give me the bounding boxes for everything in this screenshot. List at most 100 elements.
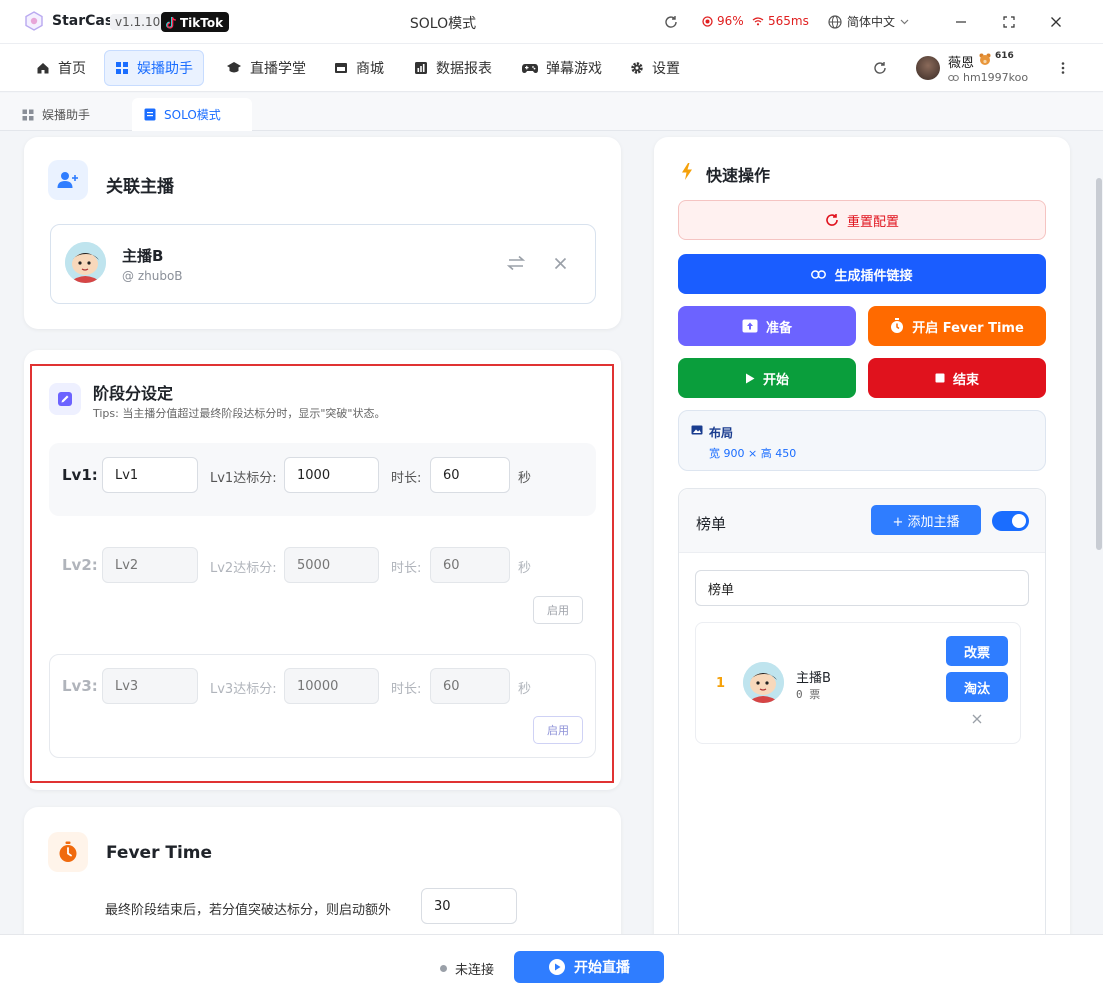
target-score-label: Lv3达标分: [210,682,277,697]
end-button[interactable]: 结束 [868,358,1046,398]
stop-icon [935,373,945,383]
target-score-input[interactable] [284,547,379,583]
ranking-name-input[interactable] [695,570,1029,606]
cpu-status: 96% [702,14,744,28]
link-icon [948,74,959,82]
link-icon [811,269,827,279]
play-icon [745,373,755,384]
nav-item-entertainment-assistant[interactable]: 娱播助手 [104,50,204,86]
stage-settings-tips: Tips: 当主播分值超过最终阶段达标分时，显示"突破"状态。 [93,407,386,420]
nav-item-live-academy[interactable]: 直播学堂 [216,50,316,86]
maximize-icon[interactable] [1000,13,1018,31]
layout-title: 布局 [709,426,734,440]
title-bar: StarCast v1.1.10 TikTok SOLO模式 96% 565ms… [0,0,1103,44]
prepare-button[interactable]: 准备 [678,306,856,346]
user-avatar[interactable] [916,56,940,80]
edit-icon [49,383,81,415]
nav-item-store[interactable]: 商城 [324,50,394,86]
swap-icon[interactable] [507,255,525,271]
enable-level-3-button[interactable]: 启用 [533,716,583,744]
linked-streamer-title: 关联主播 [106,177,174,197]
connection-status: 未连接 [440,959,494,978]
store-icon [334,61,348,75]
duration-label: 时长: [391,471,422,486]
close-window-icon[interactable] [1047,13,1065,31]
duration-input[interactable] [430,547,510,583]
remove-entry-icon[interactable] [972,714,982,724]
ranked-streamer-avatar [743,662,784,703]
status-dot-icon [440,965,447,972]
level-name-input[interactable] [102,457,198,493]
fever-time-description: 最终阶段结束后，若分值突破达标分，则启动额外 [105,903,392,918]
lightning-icon [681,163,693,180]
user-level: 616 [995,51,1014,61]
wifi-icon [752,16,764,26]
graduation-cap-icon [226,61,242,75]
level-label: Lv1: [62,466,98,484]
enable-level-2-button[interactable]: 启用 [533,596,583,624]
edit-votes-button[interactable]: 改票 [946,636,1008,666]
home-icon [36,61,50,75]
gamepad-icon [522,62,538,74]
add-user-icon [48,160,88,200]
nav-item-home[interactable]: 首页 [26,50,96,86]
upload-icon [742,319,758,333]
nav-item-danmaku-games[interactable]: 弹幕游戏 [512,50,612,86]
seconds-unit: 秒 [518,561,532,576]
level-name-input[interactable] [102,547,198,583]
reset-icon [825,213,839,227]
ranking-title: 榜单 [696,515,727,533]
start-fever-time-button[interactable]: 开启 Fever Time [868,306,1046,346]
generate-plugin-link-button[interactable]: 生成插件链接 [678,254,1046,294]
language-select[interactable]: 简体中文 [828,13,909,30]
level-label: Lv2: [62,556,98,574]
duration-input[interactable] [430,457,510,493]
refresh-icon[interactable] [871,59,889,77]
user-name: 薇恩 [948,56,975,71]
target-score-input[interactable] [284,457,379,493]
chevron-down-icon [900,19,909,25]
ranking-header [679,489,1045,553]
level-name-input[interactable] [102,668,198,704]
tab-entertainment-assistant[interactable]: 娱播助手 [10,98,102,131]
add-streamer-button[interactable]: + 添加主播 [871,505,981,535]
tab-bar: 娱播助手 SOLO模式 [0,93,1103,131]
chart-icon [414,61,428,75]
quick-actions-title: 快速操作 [706,166,771,185]
target-score-label: Lv1达标分: [210,471,277,486]
bear-icon [978,52,992,66]
stage-settings-title: 阶段分设定 [93,384,174,403]
start-live-button[interactable]: 开始直播 [514,951,664,983]
gear-icon [630,61,644,75]
ranking-toggle[interactable] [992,511,1029,531]
layout-info [678,410,1046,471]
record-dot-icon [702,15,713,27]
stopwatch-icon [890,318,904,334]
level-label: Lv3: [62,677,98,695]
seconds-unit: 秒 [518,471,532,486]
rank-number: 1 [716,676,726,691]
remove-streamer-icon[interactable] [554,257,567,270]
nav-item-settings[interactable]: 设置 [620,50,690,86]
streamer-avatar [65,242,106,283]
grid-icon [22,109,34,121]
more-vertical-icon[interactable] [1054,59,1072,77]
start-button[interactable]: 开始 [678,358,856,398]
nav-item-data-report[interactable]: 数据报表 [404,50,502,86]
target-score-label: Lv2达标分: [210,561,277,576]
eliminate-button[interactable]: 淘汰 [946,672,1008,702]
duration-input[interactable] [430,668,510,704]
refresh-icon[interactable] [662,13,680,31]
scrollbar-thumb[interactable] [1096,178,1102,550]
minimize-icon[interactable] [952,13,970,31]
latency-status: 565ms [752,14,809,28]
globe-icon [828,14,842,29]
target-score-input[interactable] [284,668,379,704]
streamer-name: 主播B [122,247,164,265]
duration-label: 时长: [391,561,422,576]
fever-extra-seconds-input[interactable] [421,888,517,924]
play-circle-icon [548,958,566,976]
tab-solo-mode[interactable]: SOLO模式 [132,98,252,131]
layout-size: 宽 900 × 高 450 [709,447,797,460]
reset-config-button[interactable]: 重置配置 [678,200,1046,240]
